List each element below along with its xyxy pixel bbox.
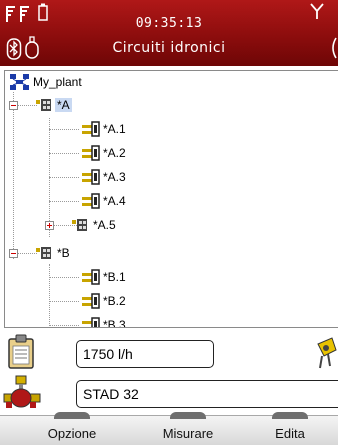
plant-tree[interactable]: My_plant *A *A.1 *A.2 *A.3 *A.4 *A.5 *B … <box>4 70 338 328</box>
plant-icon <box>10 74 29 90</box>
valve-icon <box>82 193 100 209</box>
expander-plus-a5[interactable] <box>45 221 54 230</box>
softkey-misurare[interactable]: Misurare <box>138 426 238 441</box>
clipboard-icon <box>8 334 34 369</box>
circuit-group-icon <box>36 99 51 111</box>
tree-node-label: *A.2 <box>103 146 126 160</box>
valve-icon <box>82 145 100 161</box>
tree-node-label: *B.3 <box>103 318 126 328</box>
softkey-bar: Opzione Misurare Edita <box>0 412 338 445</box>
status-header: 09:35:13 Circuiti idronici <box>0 0 338 66</box>
expander-minus-b[interactable] <box>9 249 18 258</box>
tree-node-b3[interactable]: *B.3 <box>81 314 128 328</box>
valve-icon <box>82 269 100 285</box>
softkey-indicator <box>54 412 90 419</box>
measure-tool-icon[interactable] <box>314 336 338 370</box>
valve-type-icon <box>3 375 41 408</box>
softkey-opzione[interactable]: Opzione <box>22 426 122 441</box>
clock-time: 09:35:13 <box>135 16 203 31</box>
valve-icon <box>82 317 100 327</box>
expander-minus-a[interactable] <box>9 101 18 110</box>
tree-node-a3[interactable]: *A.3 <box>81 166 128 188</box>
circuit-group-icon <box>36 247 51 259</box>
circuit-group-icon <box>72 219 87 231</box>
tree-node-b2[interactable]: *B.2 <box>81 290 128 312</box>
tree-root-label: My_plant <box>33 75 82 89</box>
tree-root[interactable]: My_plant <box>9 71 84 93</box>
tree-node-label: *A.5 <box>93 218 116 232</box>
tree-node-label: *B.2 <box>103 294 126 308</box>
flow-field[interactable]: 1750 l/h <box>76 340 214 368</box>
tree-node-a4[interactable]: *A.4 <box>81 190 128 212</box>
tree-node-label: *A <box>55 98 72 112</box>
tree-node-b[interactable]: *B <box>35 242 72 264</box>
tree-node-label: *B.1 <box>103 270 126 284</box>
tree-node-label: *A.4 <box>103 194 126 208</box>
tree-node-label: *A.1 <box>103 122 126 136</box>
tree-node-label: *A.3 <box>103 170 126 184</box>
page-title: Circuiti idronici <box>112 40 226 56</box>
tree-node-a5[interactable]: *A.5 <box>71 214 118 236</box>
valve-field[interactable]: STAD 32 <box>76 380 338 408</box>
sensor-icon <box>332 37 337 59</box>
tree-node-a1[interactable]: *A.1 <box>81 118 128 140</box>
tree-node-label: *B <box>57 246 70 260</box>
valve-icon <box>82 169 100 185</box>
tree-node-a[interactable]: *A <box>35 94 72 116</box>
valve-icon <box>82 121 100 137</box>
tree-node-a2[interactable]: *A.2 <box>81 142 128 164</box>
softkey-indicator <box>272 412 308 419</box>
antenna-icon <box>310 3 324 19</box>
tree-node-b1[interactable]: *B.1 <box>81 266 128 288</box>
softkey-indicator <box>170 412 206 419</box>
valve-icon <box>82 293 100 309</box>
softkey-edita[interactable]: Edita <box>252 426 328 441</box>
